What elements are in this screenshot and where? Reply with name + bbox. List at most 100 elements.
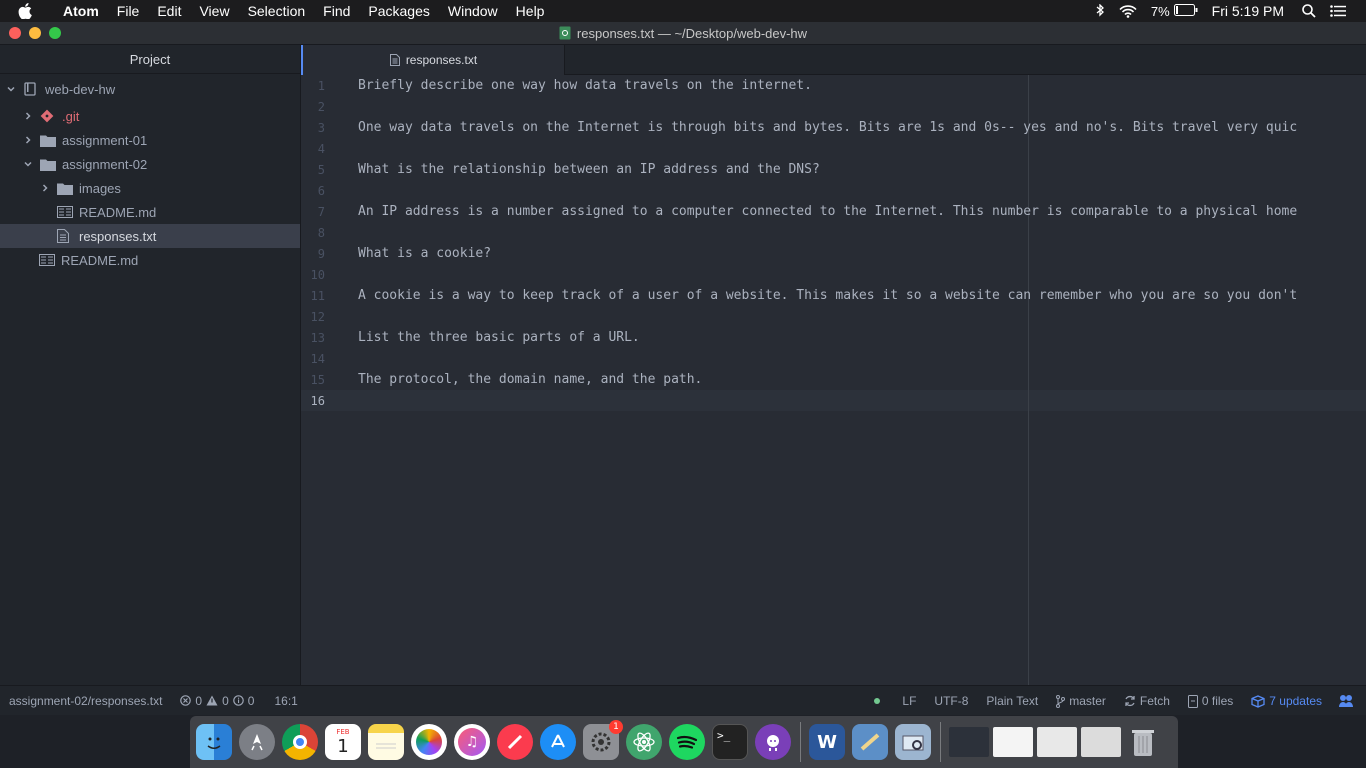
package-updates-button[interactable]: 7 updates: [1251, 694, 1322, 708]
grammar-selector[interactable]: Plain Text: [986, 694, 1038, 708]
teletype-icon[interactable]: [1338, 694, 1354, 708]
code-line[interactable]: What is the relationship between an IP a…: [358, 159, 1366, 180]
line-number[interactable]: 14: [301, 349, 341, 370]
terminal-icon[interactable]: >_: [712, 724, 748, 760]
menu-help[interactable]: Help: [507, 0, 554, 22]
app-store-icon[interactable]: [540, 724, 576, 760]
line-number[interactable]: 16: [301, 391, 341, 412]
minimized-window-thumbnail[interactable]: [1037, 727, 1077, 757]
line-ending-selector[interactable]: LF: [902, 694, 916, 708]
code-line[interactable]: [358, 348, 1366, 369]
line-number[interactable]: 7: [301, 202, 341, 223]
code-line[interactable]: [358, 96, 1366, 117]
line-number[interactable]: 4: [301, 139, 341, 160]
battery-status[interactable]: 7%: [1151, 3, 1198, 19]
line-number[interactable]: 12: [301, 307, 341, 328]
image-capture-icon[interactable]: [895, 724, 931, 760]
wifi-icon[interactable]: [1119, 4, 1137, 18]
minimized-window-thumbnail[interactable]: [1081, 727, 1121, 757]
tree-view-header[interactable]: Project: [0, 45, 300, 74]
maximize-window-button[interactable]: [49, 27, 61, 39]
code-line[interactable]: One way data travels on the Internet is …: [358, 117, 1366, 138]
menu-packages[interactable]: Packages: [359, 0, 438, 22]
cursor-position[interactable]: 16:1: [274, 694, 297, 708]
menu-window[interactable]: Window: [439, 0, 507, 22]
chevron-right-icon[interactable]: [22, 111, 34, 121]
code-line[interactable]: A cookie is a way to keep track of a use…: [358, 285, 1366, 306]
status-file-path[interactable]: assignment-02/responses.txt: [9, 694, 162, 708]
line-number[interactable]: 6: [301, 181, 341, 202]
code-line[interactable]: [358, 306, 1366, 327]
line-number[interactable]: 8: [301, 223, 341, 244]
line-number[interactable]: 1: [301, 76, 341, 97]
github-changed-files[interactable]: 0 files: [1187, 694, 1233, 708]
spotlight-search-icon[interactable]: [1302, 4, 1316, 18]
chrome-icon[interactable]: [282, 724, 318, 760]
spotify-icon[interactable]: [669, 724, 705, 760]
tree-item-git[interactable]: .git: [0, 104, 300, 128]
code-line[interactable]: [358, 222, 1366, 243]
menu-view[interactable]: View: [190, 0, 238, 22]
system-preferences-icon[interactable]: 1: [583, 720, 623, 760]
line-number[interactable]: 11: [301, 286, 341, 307]
git-fetch-button[interactable]: Fetch: [1124, 694, 1170, 708]
line-number[interactable]: 5: [301, 160, 341, 181]
code-line[interactable]: [358, 180, 1366, 201]
preview-icon[interactable]: [852, 724, 888, 760]
menu-selection[interactable]: Selection: [239, 0, 315, 22]
line-number[interactable]: 9: [301, 244, 341, 265]
calendar-icon[interactable]: FEB 1: [325, 724, 361, 760]
apple-menu-icon[interactable]: [18, 3, 40, 19]
launchpad-icon[interactable]: [239, 724, 275, 760]
tree-item-assignment-02[interactable]: assignment-02: [0, 152, 300, 176]
notes-icon[interactable]: [368, 724, 404, 760]
line-number[interactable]: 15: [301, 370, 341, 391]
app-menu-atom[interactable]: Atom: [54, 0, 108, 22]
code-line[interactable]: [358, 264, 1366, 285]
minimized-window-thumbnail[interactable]: [949, 727, 989, 757]
tree-item-assignment-01[interactable]: assignment-01: [0, 128, 300, 152]
line-number[interactable]: 3: [301, 118, 341, 139]
atom-app-icon[interactable]: [626, 724, 662, 760]
status-diagnostics[interactable]: 0 0 0: [180, 694, 254, 708]
tree-item-readme-assignment-02[interactable]: README.md: [0, 200, 300, 224]
editor-content[interactable]: Briefly describe one way how data travel…: [358, 75, 1366, 411]
tree-item-readme-root[interactable]: README.md: [0, 248, 300, 272]
photos-icon[interactable]: [411, 724, 447, 760]
encoding-selector[interactable]: UTF-8: [934, 694, 968, 708]
chevron-down-icon[interactable]: [22, 159, 34, 169]
minimized-window-thumbnail[interactable]: [993, 727, 1033, 757]
code-line[interactable]: [358, 390, 1366, 411]
trash-icon[interactable]: [1125, 724, 1161, 760]
menu-edit[interactable]: Edit: [148, 0, 190, 22]
chevron-right-icon[interactable]: [39, 183, 51, 193]
code-line[interactable]: [358, 138, 1366, 159]
github-desktop-icon[interactable]: [755, 724, 791, 760]
minimize-window-button[interactable]: [29, 27, 41, 39]
menu-find[interactable]: Find: [314, 0, 359, 22]
finder-icon[interactable]: [196, 724, 232, 760]
code-line[interactable]: List the three basic parts of a URL.: [358, 327, 1366, 348]
tab-responses-txt[interactable]: responses.txt: [301, 45, 565, 75]
menubar-clock[interactable]: Fri 5:19 PM: [1212, 3, 1284, 19]
line-number-gutter[interactable]: 1 2 3 4 5 6 7 8 9 10 11 12 13 14 15 16: [301, 76, 341, 685]
chevron-down-icon[interactable]: [5, 84, 17, 94]
notification-center-icon[interactable]: [1330, 5, 1346, 17]
code-line[interactable]: Briefly describe one way how data travel…: [358, 75, 1366, 96]
git-branch[interactable]: master: [1056, 694, 1106, 708]
close-window-button[interactable]: [9, 27, 21, 39]
code-line[interactable]: An IP address is a number assigned to a …: [358, 201, 1366, 222]
code-line[interactable]: What is a cookie?: [358, 243, 1366, 264]
word-icon[interactable]: W: [809, 724, 845, 760]
line-number[interactable]: 13: [301, 328, 341, 349]
tree-item-images[interactable]: images: [0, 176, 300, 200]
news-icon[interactable]: [497, 724, 533, 760]
line-number[interactable]: 10: [301, 265, 341, 286]
chevron-right-icon[interactable]: [22, 135, 34, 145]
tree-item-responses-txt[interactable]: responses.txt: [0, 224, 300, 248]
itunes-icon[interactable]: ♫: [454, 724, 490, 760]
menu-file[interactable]: File: [108, 0, 149, 22]
line-number[interactable]: 2: [301, 97, 341, 118]
code-line[interactable]: The protocol, the domain name, and the p…: [358, 369, 1366, 390]
bluetooth-icon[interactable]: [1095, 4, 1105, 18]
